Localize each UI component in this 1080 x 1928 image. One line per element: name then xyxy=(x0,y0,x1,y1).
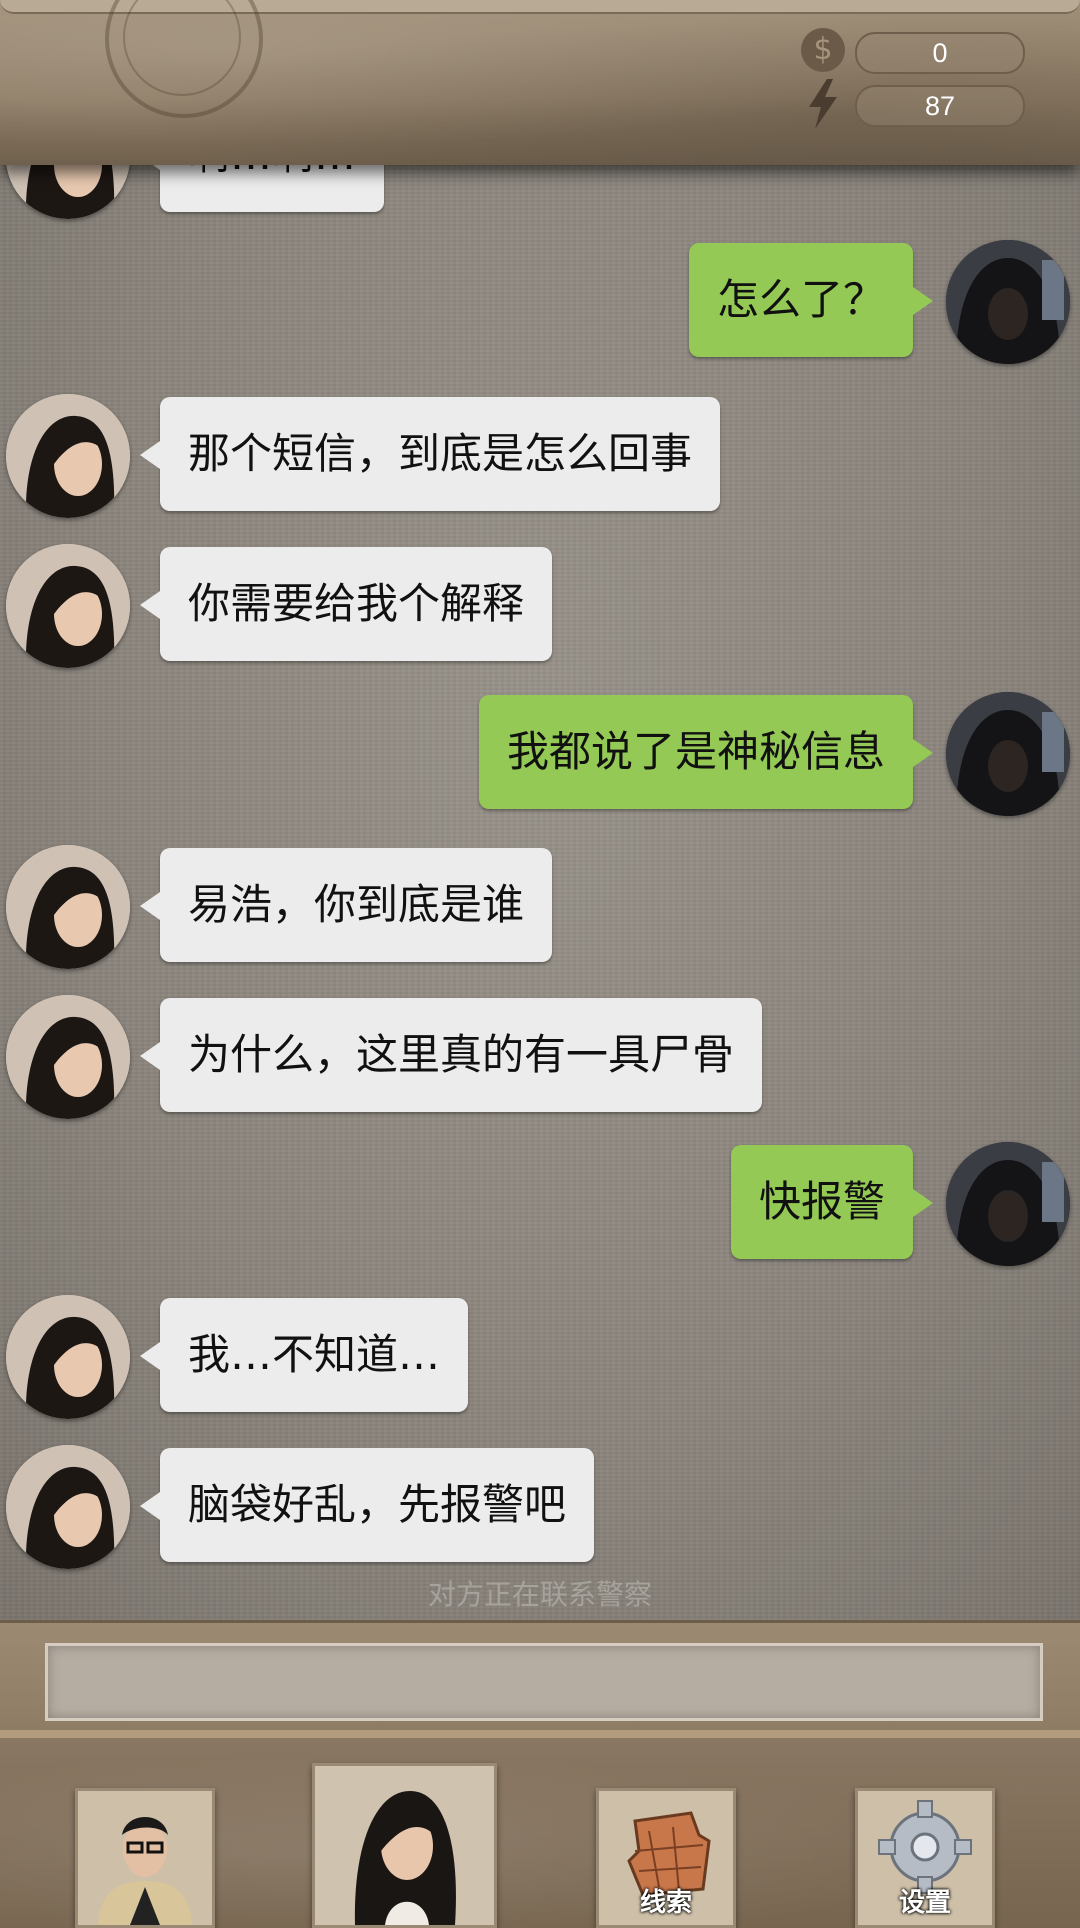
man-portrait-icon xyxy=(78,1791,212,1925)
chat-thread[interactable]: 啊…啊… 怎么了？ 那个短信，到底是怎么回事 你需要给我个解释 我都说了是神秘信… xyxy=(0,0,1080,1620)
nav-settings-button[interactable]: 设置 xyxy=(855,1788,995,1928)
contact-avatar[interactable] xyxy=(6,995,130,1119)
message-bubble-outgoing: 我都说了是神秘信息 xyxy=(478,695,934,809)
player-avatar[interactable] xyxy=(946,692,1070,816)
energy-counter: 87 xyxy=(809,79,1025,129)
bottom-nav: 线索 设置 xyxy=(0,1730,1080,1928)
contact-avatar[interactable] xyxy=(6,544,130,668)
energy-value: 87 xyxy=(855,85,1025,127)
lightning-icon xyxy=(801,79,845,129)
message-bubble-incoming: 我…不知道… xyxy=(139,1298,469,1412)
typing-status: 对方正在联系警察 xyxy=(427,1578,652,1611)
coin-icon: $ xyxy=(801,28,845,72)
contact-avatar[interactable] xyxy=(6,1295,130,1419)
nav-clues-label: 线索 xyxy=(639,1888,692,1918)
message-bubble-outgoing: 怎么了？ xyxy=(688,243,934,357)
message-bubble-incoming: 那个短信，到底是怎么回事 xyxy=(139,397,721,511)
message-bubble-incoming: 易浩，你到底是谁 xyxy=(139,848,553,962)
message-bubble-incoming: 你需要给我个解释 xyxy=(139,547,553,661)
nav-settings-label: 设置 xyxy=(898,1888,951,1918)
coin-counter: $ 0 xyxy=(801,28,1025,74)
message-bubble-incoming: 脑袋好乱，先报警吧 xyxy=(139,1448,595,1562)
player-avatar[interactable] xyxy=(946,1142,1070,1266)
player-avatar[interactable] xyxy=(946,240,1070,364)
nav-contact-button[interactable] xyxy=(312,1763,497,1928)
nav-clues-button[interactable]: 线索 xyxy=(596,1788,736,1928)
contact-avatar[interactable] xyxy=(6,394,130,518)
contact-avatar[interactable] xyxy=(6,1445,130,1569)
reply-input-box[interactable] xyxy=(45,1643,1043,1721)
input-panel xyxy=(0,1620,1080,1743)
stamp-decoration xyxy=(105,0,263,118)
contact-avatar[interactable] xyxy=(6,845,130,969)
top-header: $ 0 87 xyxy=(0,0,1080,165)
message-bubble-incoming: 为什么，这里真的有一具尸骨 xyxy=(139,998,763,1112)
coin-value: 0 xyxy=(855,32,1025,74)
nav-player-profile-button[interactable] xyxy=(75,1788,215,1928)
message-bubble-outgoing: 快报警 xyxy=(730,1145,934,1259)
woman-portrait-icon xyxy=(315,1766,494,1925)
